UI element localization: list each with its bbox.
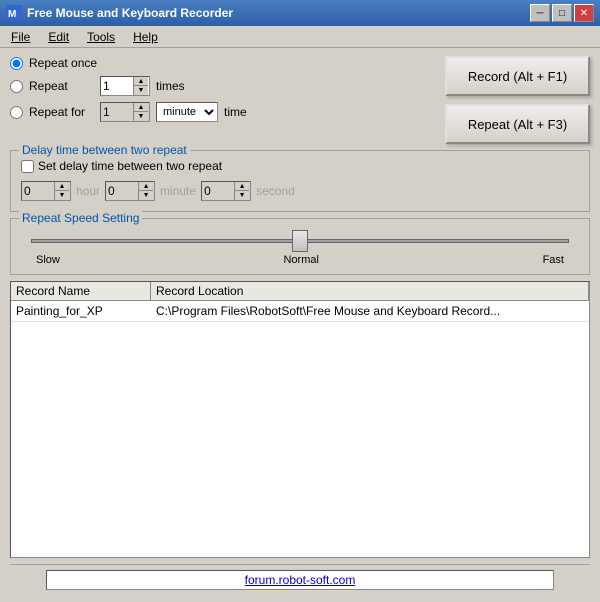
repeat-radio[interactable] [10,80,23,93]
delay-second-input[interactable] [202,182,234,200]
normal-label: Normal [283,254,318,266]
action-buttons: Record (Alt + F1) Repeat (Alt + F3) [445,56,590,144]
times-label: times [156,79,185,93]
delay-second-spinbox[interactable]: ▲ ▼ [201,181,251,201]
speed-slider[interactable] [31,231,569,251]
col-header-name: Record Name [11,282,151,300]
repeat-for-input[interactable] [101,103,133,121]
delay-second-down[interactable]: ▼ [235,191,249,200]
top-section: Repeat once Repeat ▲ ▼ times Repeat for [10,56,590,144]
menu-help[interactable]: Help [130,29,161,45]
speed-section: Repeat Speed Setting Slow Normal Fast [10,218,590,275]
footer-link[interactable]: forum.robot-soft.com [46,570,554,590]
delay-checkbox-wrapper: Set delay time between two repeat [21,159,222,173]
repeat-count-up[interactable]: ▲ [134,77,148,86]
slow-label: Slow [36,254,60,266]
menu-bar: File Edit Tools Help [0,26,600,48]
records-table: Record Name Record Location Painting_for… [10,281,590,558]
delay-second-up[interactable]: ▲ [235,182,249,191]
repeat-label: Repeat [29,79,94,93]
repeat-once-row: Repeat once [10,56,435,70]
col-header-location: Record Location [151,282,589,300]
repeat-for-radio[interactable] [10,106,23,119]
menu-file[interactable]: File [8,29,33,45]
delay-minute-input[interactable] [106,182,138,200]
maximize-button[interactable]: □ [552,4,572,22]
delay-minute-up[interactable]: ▲ [139,182,153,191]
title-bar: M Free Mouse and Keyboard Recorder ─ □ ✕ [0,0,600,26]
menu-tools[interactable]: Tools [84,29,118,45]
menu-edit[interactable]: Edit [45,29,72,45]
delay-minute-spinbox[interactable]: ▲ ▼ [105,181,155,201]
record-location-cell: C:\Program Files\RobotSoft\Free Mouse an… [151,303,589,319]
delay-checkbox[interactable] [21,160,34,173]
record-name-cell: Painting_for_XP [11,303,151,319]
slider-labels: Slow Normal Fast [31,254,569,266]
minimize-button[interactable]: ─ [530,4,550,22]
delay-hour-spinbox[interactable]: ▲ ▼ [21,181,71,201]
delay-minute-down[interactable]: ▼ [139,191,153,200]
app-icon: M [6,5,22,21]
hour-label: hour [76,184,100,198]
repeat-row: Repeat ▲ ▼ times [10,76,435,96]
title-buttons: ─ □ ✕ [530,4,594,22]
repeat-button[interactable]: Repeat (Alt + F3) [445,104,590,144]
speed-section-title: Repeat Speed Setting [19,211,142,225]
main-content: Repeat once Repeat ▲ ▼ times Repeat for [0,48,600,602]
delay-hour-up[interactable]: ▲ [55,182,69,191]
delay-section: Delay time between two repeat Set delay … [10,150,590,212]
repeat-count-spinbox[interactable]: ▲ ▼ [100,76,150,96]
slider-container: Slow Normal Fast [21,227,579,266]
repeat-once-radio[interactable] [10,57,23,70]
repeat-for-spinbox[interactable]: ▲ ▼ [100,102,150,122]
footer: forum.robot-soft.com [10,564,590,594]
title-bar-left: M Free Mouse and Keyboard Recorder [6,5,233,21]
repeat-once-label: Repeat once [29,56,97,70]
table-row[interactable]: Painting_for_XP C:\Program Files\RobotSo… [11,301,589,322]
time-unit-select[interactable]: minute second hour [157,103,217,121]
window-title: Free Mouse and Keyboard Recorder [27,6,233,20]
minute-label: minute [160,184,196,198]
delay-checkbox-row: Set delay time between two repeat [21,159,579,173]
delay-minute-arrows: ▲ ▼ [138,182,153,200]
repeat-count-down[interactable]: ▼ [134,86,148,95]
repeat-for-arrows: ▲ ▼ [133,103,148,121]
repeat-count-arrows: ▲ ▼ [133,77,148,95]
record-button[interactable]: Record (Alt + F1) [445,56,590,96]
repeat-for-up[interactable]: ▲ [134,103,148,112]
delay-second-arrows: ▲ ▼ [234,182,249,200]
svg-text:M: M [8,9,16,20]
repeat-for-row: Repeat for ▲ ▼ minute second hour time [10,102,435,122]
delay-hour-arrows: ▲ ▼ [54,182,69,200]
repeat-count-input[interactable] [101,77,133,95]
delay-section-title: Delay time between two repeat [19,143,190,157]
delay-inputs-row: ▲ ▼ hour ▲ ▼ minute ▲ ▼ second [21,181,579,201]
second-label: second [256,184,295,198]
table-header: Record Name Record Location [11,282,589,301]
time-unit-select-wrapper[interactable]: minute second hour [156,102,218,122]
close-button[interactable]: ✕ [574,4,594,22]
radio-options: Repeat once Repeat ▲ ▼ times Repeat for [10,56,435,122]
delay-hour-down[interactable]: ▼ [55,191,69,200]
delay-checkbox-label: Set delay time between two repeat [38,159,222,173]
delay-hour-input[interactable] [22,182,54,200]
time-label: time [224,105,247,119]
repeat-for-label: Repeat for [29,105,94,119]
repeat-for-down[interactable]: ▼ [134,112,148,121]
fast-label: Fast [543,254,564,266]
